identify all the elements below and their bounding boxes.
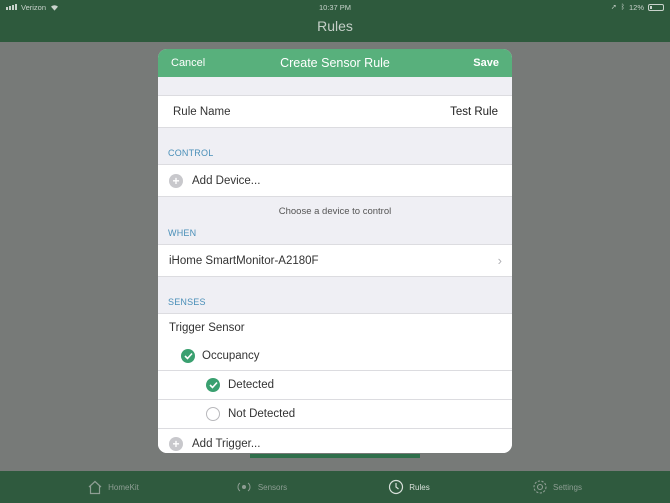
home-icon bbox=[88, 480, 102, 494]
status-bar: Verizon 10:37 PM ➚ ᛒ 12% bbox=[0, 0, 670, 14]
add-trigger-row[interactable]: + Add Trigger... bbox=[158, 429, 512, 453]
background-button-strip bbox=[250, 454, 420, 458]
when-section-header: WHEN bbox=[168, 228, 197, 238]
tab-rules[interactable]: Rules bbox=[335, 479, 483, 495]
trigger-sensor-row: Trigger Sensor bbox=[158, 313, 512, 343]
control-section-header: CONTROL bbox=[168, 148, 214, 158]
save-button[interactable]: Save bbox=[473, 57, 499, 69]
tab-sensors[interactable]: Sensors bbox=[187, 481, 335, 493]
unchecked-circle-icon[interactable] bbox=[206, 407, 220, 421]
tab-settings[interactable]: Settings bbox=[483, 479, 631, 495]
modal-title: Create Sensor Rule bbox=[280, 56, 390, 70]
tab-homekit[interactable]: HomeKit bbox=[39, 480, 187, 495]
tab-label: Rules bbox=[409, 482, 430, 492]
rule-name-field[interactable]: Test Rule bbox=[450, 106, 498, 118]
gear-icon bbox=[533, 480, 547, 494]
cancel-button[interactable]: Cancel bbox=[171, 57, 205, 69]
tab-label: Sensors bbox=[257, 482, 288, 492]
chevron-right-icon: › bbox=[497, 253, 502, 268]
when-device-label: iHome SmartMonitor-A2180F bbox=[169, 254, 319, 267]
tab-label: Settings bbox=[553, 482, 582, 492]
senses-section-header: SENSES bbox=[168, 297, 206, 307]
create-sensor-rule-modal: Cancel Create Sensor Rule Save Rule Name… bbox=[158, 49, 512, 453]
checkmark-icon[interactable] bbox=[181, 349, 195, 363]
sensor-icon bbox=[237, 482, 251, 492]
detected-label: Detected bbox=[228, 379, 275, 391]
when-device-row[interactable]: iHome SmartMonitor-A2180F › bbox=[158, 244, 512, 277]
tab-label: HomeKit bbox=[108, 482, 139, 492]
checkmark-icon[interactable] bbox=[206, 378, 220, 392]
occupancy-label: Occupancy bbox=[202, 350, 260, 362]
add-device-label: Add Device... bbox=[192, 174, 261, 187]
page-title: Rules bbox=[317, 18, 353, 34]
clock-icon bbox=[389, 479, 404, 495]
add-icon: + bbox=[169, 173, 183, 188]
add-icon: + bbox=[169, 436, 183, 451]
rule-name-row[interactable]: Rule Name Test Rule bbox=[158, 95, 512, 128]
not-detected-row[interactable]: Not Detected bbox=[158, 400, 512, 429]
battery-icon bbox=[648, 3, 664, 11]
not-detected-label: Not Detected bbox=[228, 408, 296, 420]
modal-header: Cancel Create Sensor Rule Save bbox=[158, 49, 512, 77]
detected-row[interactable]: Detected bbox=[158, 371, 512, 400]
rule-name-label: Rule Name bbox=[173, 105, 231, 118]
add-device-row[interactable]: + Add Device... bbox=[158, 164, 512, 197]
status-time: 10:37 PM bbox=[318, 2, 352, 12]
control-note: Choose a device to control bbox=[278, 206, 392, 217]
tab-bar: HomeKit Sensors Rules Settings bbox=[0, 471, 670, 503]
occupancy-row[interactable]: Occupancy bbox=[158, 342, 512, 371]
trigger-sensor-label: Trigger Sensor bbox=[169, 322, 245, 334]
add-trigger-label: Add Trigger... bbox=[192, 437, 261, 450]
